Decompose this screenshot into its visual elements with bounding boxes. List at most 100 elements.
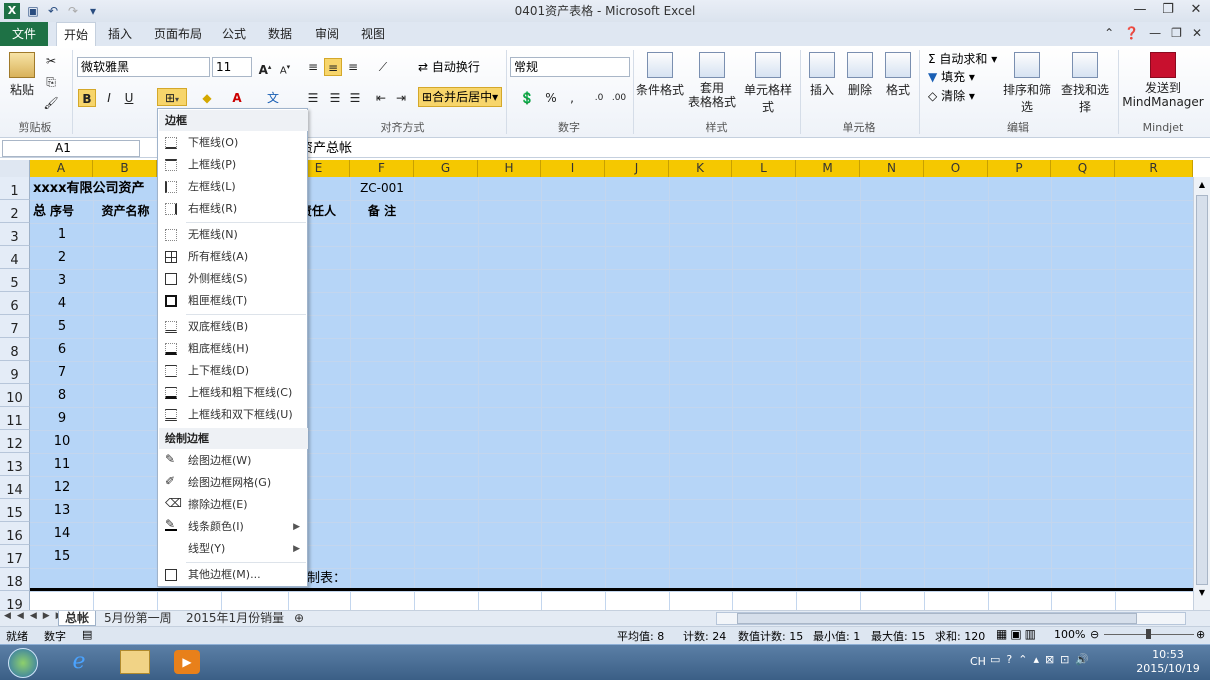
cell-seq-number[interactable]: 9 bbox=[31, 407, 93, 430]
autosum-button[interactable]: Σ 自动求和 ▾ bbox=[928, 50, 997, 68]
tab-data[interactable]: 数据 bbox=[260, 22, 300, 46]
row-header-2[interactable]: 2 bbox=[0, 200, 30, 223]
shrink-font-icon[interactable]: A▾ bbox=[276, 58, 294, 76]
view-buttons[interactable]: ▦▣▥ bbox=[996, 627, 1039, 641]
macro-record-icon[interactable]: ▤ bbox=[82, 628, 92, 641]
currency-icon[interactable]: 💲 bbox=[514, 89, 540, 107]
paste-button[interactable]: 粘贴 bbox=[6, 52, 38, 98]
menu-item-top-bottom-border[interactable]: 上下框线(D) bbox=[159, 360, 308, 382]
italic-button[interactable]: I bbox=[100, 89, 118, 107]
fill-button[interactable]: ▼ 填充 ▾ bbox=[928, 68, 975, 86]
row-header-17[interactable]: 17 bbox=[0, 545, 30, 568]
cell-seq-number[interactable]: 5 bbox=[31, 315, 93, 338]
phonetic-icon[interactable]: 文 bbox=[264, 89, 282, 107]
column-header-m[interactable]: M bbox=[796, 160, 860, 177]
menu-item-draw-border[interactable]: ✎ 绘图边框(W) bbox=[159, 450, 308, 472]
column-header-l[interactable]: L bbox=[732, 160, 796, 177]
menu-item-draw-border-grid[interactable]: ✐ 绘图边框网格(G) bbox=[159, 472, 308, 494]
row-header-14[interactable]: 14 bbox=[0, 476, 30, 499]
align-top-icon[interactable]: ≡ bbox=[304, 58, 322, 76]
horizontal-scrollbar[interactable] bbox=[716, 612, 1186, 625]
align-center-icon[interactable]: ☰ bbox=[326, 89, 344, 107]
clear-button[interactable]: ◇ 清除 ▾ bbox=[928, 87, 975, 105]
tray-icons[interactable]: ▭?⌃▴⊠⊡🔊 bbox=[990, 653, 1095, 666]
conditional-format-button[interactable]: 条件格式 bbox=[636, 52, 684, 98]
tab-review[interactable]: 审阅 bbox=[307, 22, 347, 46]
comma-button[interactable]: , bbox=[563, 89, 581, 107]
sheet-tab-ledger[interactable]: 总帐 bbox=[58, 611, 97, 626]
column-header-r[interactable]: R bbox=[1115, 160, 1193, 177]
cell-seq-number[interactable]: 8 bbox=[31, 384, 93, 407]
format-as-table-button[interactable]: 套用 表格格式 bbox=[686, 52, 738, 109]
menu-item-top-thick-bottom-border[interactable]: 上框线和粗下框线(C) bbox=[159, 382, 308, 404]
align-bottom-icon[interactable]: ≡ bbox=[344, 58, 362, 76]
cell-f2[interactable]: 备 注 bbox=[350, 200, 414, 223]
zoom-in-icon[interactable]: ⊕ bbox=[1196, 628, 1205, 641]
cell-seq-number[interactable]: 1 bbox=[31, 223, 93, 246]
menu-item-top-border[interactable]: 上框线(P) bbox=[159, 154, 308, 176]
cell-seq-number[interactable]: 14 bbox=[31, 522, 93, 545]
decrease-indent-icon[interactable]: ⇤ bbox=[372, 89, 390, 107]
delete-cells-button[interactable]: 删除 bbox=[843, 52, 877, 98]
minimize-icon[interactable]: — bbox=[1126, 0, 1154, 20]
bold-button[interactable]: B bbox=[78, 89, 96, 107]
cell-a2[interactable]: 序号 bbox=[31, 200, 93, 223]
help-icon[interactable]: ❓ bbox=[1124, 26, 1139, 40]
sheet-tab-may-week1[interactable]: 5月份第一周 bbox=[98, 611, 178, 626]
row-header-16[interactable]: 16 bbox=[0, 522, 30, 545]
restore-icon[interactable]: ❐ bbox=[1154, 0, 1182, 20]
media-player-icon[interactable]: ▶ bbox=[174, 650, 200, 674]
number-format-select[interactable]: 常规 bbox=[510, 57, 630, 77]
select-all-corner[interactable] bbox=[0, 160, 30, 177]
format-cells-button[interactable]: 格式 bbox=[881, 52, 915, 98]
ie-icon[interactable]: ℯ bbox=[64, 648, 94, 676]
copy-icon[interactable]: ⎘ bbox=[42, 73, 60, 91]
orientation-icon[interactable]: ⟋ bbox=[374, 58, 392, 76]
vertical-scrollbar[interactable]: ▲ ▼ bbox=[1193, 177, 1210, 610]
column-header-p[interactable]: P bbox=[988, 160, 1051, 177]
percent-button[interactable]: % bbox=[542, 89, 560, 107]
decrease-decimal-icon[interactable]: .00 bbox=[610, 89, 628, 107]
row-header-1[interactable]: 1 bbox=[0, 177, 30, 200]
h-scroll-thumb[interactable] bbox=[737, 613, 1137, 624]
column-header-j[interactable]: J bbox=[605, 160, 669, 177]
menu-item-thick-bottom-border[interactable]: 粗底框线(H) bbox=[159, 338, 308, 360]
menu-item-more-borders[interactable]: 其他边框(M)... bbox=[159, 564, 308, 586]
lang-indicator[interactable]: CH bbox=[970, 655, 986, 668]
tab-file[interactable]: 文件 bbox=[0, 22, 48, 46]
column-header-b[interactable]: B bbox=[93, 160, 157, 177]
increase-indent-icon[interactable]: ⇥ bbox=[392, 89, 410, 107]
scroll-up-icon[interactable]: ▲ bbox=[1196, 180, 1208, 192]
menu-item-no-border[interactable]: 无框线(N) bbox=[159, 224, 308, 246]
cell-seq-number[interactable]: 7 bbox=[31, 361, 93, 384]
column-header-a[interactable]: A bbox=[30, 160, 93, 177]
zoom-out-icon[interactable]: ⊖ bbox=[1090, 628, 1099, 641]
row-header-3[interactable]: 3 bbox=[0, 223, 30, 246]
column-header-f[interactable]: F bbox=[350, 160, 414, 177]
tab-page-layout[interactable]: 页面布局 bbox=[148, 22, 208, 46]
menu-item-line-color[interactable]: ✎ 线条颜色(I) ▶ bbox=[159, 516, 308, 538]
cell-seq-number[interactable]: 12 bbox=[31, 476, 93, 499]
column-header-i[interactable]: I bbox=[541, 160, 605, 177]
tab-view[interactable]: 视图 bbox=[353, 22, 393, 46]
align-right-icon[interactable]: ☰ bbox=[346, 89, 364, 107]
menu-item-bottom-border[interactable]: 下框线(O) bbox=[159, 132, 308, 154]
row-header-6[interactable]: 6 bbox=[0, 292, 30, 315]
column-header-g[interactable]: G bbox=[414, 160, 478, 177]
row-header-4[interactable]: 4 bbox=[0, 246, 30, 269]
cell-seq-number[interactable]: 10 bbox=[31, 430, 93, 453]
row-header-12[interactable]: 12 bbox=[0, 430, 30, 453]
borders-button[interactable]: ⊞▾ bbox=[157, 88, 187, 106]
row-header-13[interactable]: 13 bbox=[0, 453, 30, 476]
cell-b2[interactable]: 资产名称 bbox=[94, 200, 157, 223]
scroll-thumb[interactable] bbox=[1196, 195, 1208, 585]
start-button-icon[interactable] bbox=[8, 648, 38, 678]
cell-seq-number[interactable]: 15 bbox=[31, 545, 93, 568]
menu-item-all-borders[interactable]: 所有框线(A) bbox=[159, 246, 308, 268]
send-to-mindmanager-button[interactable]: 发送到 MindManager bbox=[1120, 52, 1206, 109]
menu-item-erase-border[interactable]: ⌫ 擦除边框(E) bbox=[159, 494, 308, 516]
wrap-text-button[interactable]: ⇄ 自动换行 bbox=[418, 58, 480, 76]
wb-minimize-icon[interactable]: — bbox=[1149, 26, 1161, 40]
align-left-icon[interactable]: ☰ bbox=[304, 89, 322, 107]
collapse-ribbon-icon[interactable]: ⌃ bbox=[1104, 26, 1114, 40]
